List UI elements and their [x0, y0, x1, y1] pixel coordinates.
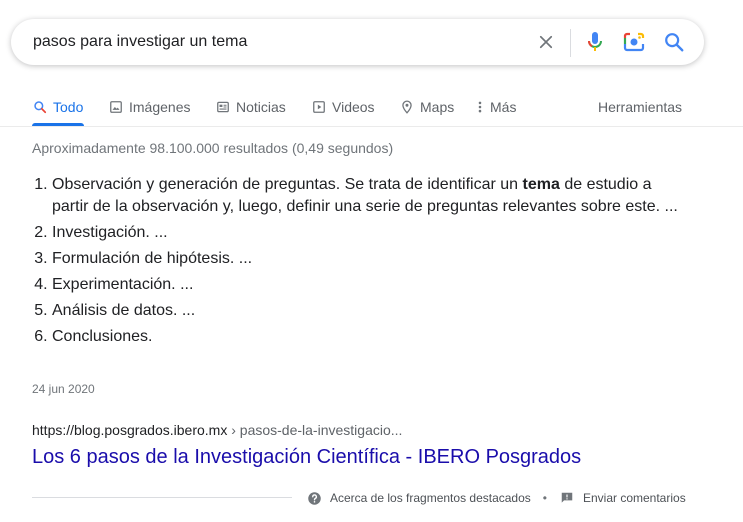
list-item: Conclusiones.: [52, 326, 682, 348]
search-tabs: Todo Imágenes Noticias Videos Maps Más H…: [0, 86, 743, 128]
tab-label: Imágenes: [129, 99, 191, 115]
search-icon[interactable]: [662, 30, 686, 54]
news-icon: [215, 99, 231, 115]
image-icon: [108, 99, 124, 115]
tab-label: Videos: [332, 99, 375, 115]
list-item-text: Formulación de hipótesis. ...: [52, 250, 253, 267]
tab-label: Noticias: [236, 99, 286, 115]
list-item-text: Observación y generación de preguntas. S…: [52, 176, 523, 193]
about-featured-snippets-link[interactable]: Acerca de los fragmentos destacados: [306, 490, 531, 506]
search-input[interactable]: [33, 19, 503, 65]
list-item: Investigación. ...: [52, 222, 682, 244]
result-url-path: › pasos-de-la-investigacio...: [227, 422, 403, 438]
camera-lens-icon[interactable]: [622, 30, 646, 54]
search-bar: [11, 19, 704, 65]
list-item-text: Conclusiones.: [52, 328, 153, 345]
tab-label: Maps: [420, 99, 455, 115]
tab-todo[interactable]: Todo: [32, 94, 83, 120]
result-url[interactable]: https://blog.posgrados.ibero.mx › pasos-…: [32, 422, 402, 438]
tab-maps[interactable]: Maps: [399, 94, 454, 120]
result-stats: Aproximadamente 98.100.000 resultados (0…: [32, 140, 394, 156]
tab-videos[interactable]: Videos: [311, 94, 375, 120]
footer-separator: •: [542, 491, 547, 505]
microphone-icon[interactable]: [583, 30, 607, 54]
about-featured-snippets-label: Acerca de los fragmentos destacados: [330, 491, 531, 505]
snippet-date: 24 jun 2020: [32, 382, 95, 396]
list-item-text: Investigación. ...: [52, 224, 168, 241]
tools-button[interactable]: Herramientas: [598, 94, 682, 120]
tab-imagenes[interactable]: Imágenes: [108, 94, 190, 120]
search-icon: [32, 99, 48, 115]
result-title-link[interactable]: Los 6 pasos de la Investigación Científi…: [32, 446, 581, 469]
snippet-footer: Acerca de los fragmentos destacados • En…: [306, 489, 686, 507]
list-item-text: Análisis de datos. ...: [52, 302, 196, 319]
list-item: Experimentación. ...: [52, 274, 682, 296]
footer-divider: [32, 497, 292, 498]
send-feedback-link[interactable]: Enviar comentarios: [559, 490, 686, 506]
tab-noticias[interactable]: Noticias: [215, 94, 286, 120]
list-item-text: Experimentación. ...: [52, 276, 194, 293]
help-icon: [306, 490, 322, 506]
clear-icon[interactable]: [534, 30, 558, 54]
tab-label: Todo: [53, 99, 84, 115]
send-feedback-label: Enviar comentarios: [582, 491, 686, 505]
tools-label: Herramientas: [598, 99, 683, 115]
list-item: Formulación de hipótesis. ...: [52, 248, 682, 270]
list-item: Observación y generación de preguntas. S…: [52, 174, 682, 218]
featured-snippet-list: Observación y generación de preguntas. S…: [32, 174, 682, 352]
tab-mas[interactable]: Más: [476, 94, 516, 120]
list-item: Análisis de datos. ...: [52, 300, 682, 322]
list-item-bold: tema: [522, 176, 560, 193]
video-icon: [311, 99, 327, 115]
feedback-icon: [559, 490, 575, 506]
result-url-domain: https://blog.posgrados.ibero.mx: [32, 422, 228, 438]
map-pin-icon: [399, 99, 415, 115]
search-bar-divider: [570, 29, 571, 57]
tabs-divider: [0, 126, 743, 127]
tab-label: Más: [490, 99, 517, 115]
more-vert-icon: [476, 99, 484, 115]
